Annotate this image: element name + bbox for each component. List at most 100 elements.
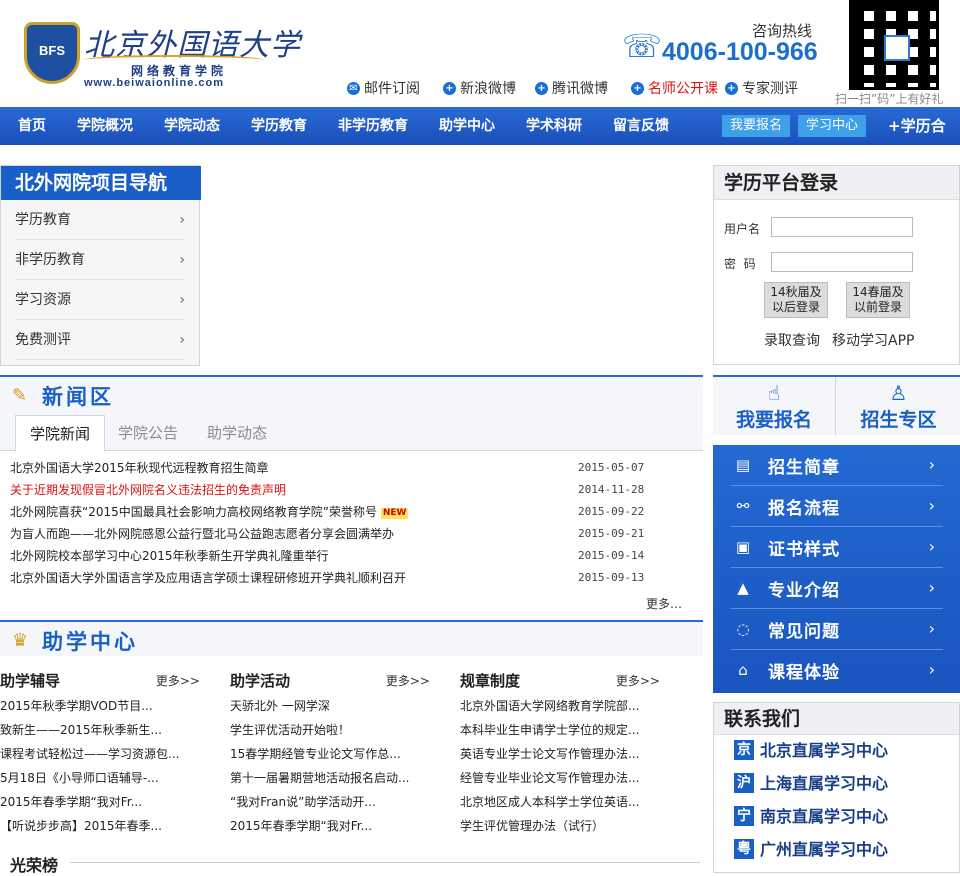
- tab-announcements[interactable]: 学院公告: [104, 415, 192, 451]
- nav-research[interactable]: 学术科研: [526, 107, 582, 145]
- menu-faq[interactable]: ◌ 常见问题 ›: [731, 609, 943, 650]
- list-item[interactable]: 课程考试轻松过——学习资源包...: [0, 742, 200, 766]
- project-nav-label: 非学历教育: [15, 252, 85, 268]
- nav-news[interactable]: 学院动态: [164, 107, 220, 145]
- nav-register-button[interactable]: 我要报名: [722, 115, 791, 137]
- project-nav-item-non-degree[interactable]: 非学历教育 ›: [15, 240, 185, 280]
- project-nav-item-degree[interactable]: 学历教育 ›: [15, 200, 185, 240]
- mobile-app-link[interactable]: 移动学习APP: [832, 330, 914, 350]
- sina-weibo-link[interactable]: + 新浪微博: [443, 78, 516, 98]
- quick-link-label: 专家测评: [742, 81, 798, 97]
- news-date: 2015-09-13: [578, 571, 645, 584]
- news-date: 2014-11-28: [578, 483, 645, 496]
- menu-label: 报名流程: [768, 499, 840, 519]
- admission-query-link[interactable]: 录取查询: [764, 330, 820, 350]
- username-input[interactable]: [771, 217, 913, 237]
- university-seal-logo[interactable]: BFS: [24, 22, 80, 84]
- list-item[interactable]: 本科毕业生申请学士学位的规定...: [460, 718, 660, 742]
- flow-icon: ⚯: [736, 497, 750, 515]
- house-icon: ⌂: [738, 661, 748, 679]
- news-item[interactable]: 为盲人而跑——北外网院感恩公益行暨北马公益跑志愿者分享会圆满举办 2015-09-…: [10, 523, 700, 545]
- qr-caption: 扫一扫”码”上有好礼: [835, 92, 944, 106]
- menu-process[interactable]: ⚯ 报名流程 ›: [731, 486, 943, 527]
- news-item[interactable]: 北京外国语大学2015年秋现代远程教育招生简章 2015-05-07: [10, 457, 700, 479]
- project-nav-item-free-test[interactable]: 免费测评 ›: [15, 320, 185, 360]
- main-nav: 首页 学院概况 学院动态 学历教育 非学历教育 助学中心 学术科研 留言反馈 我…: [0, 107, 960, 173]
- trophy-icon: ♛: [12, 630, 29, 651]
- tab-college-news[interactable]: 学院新闻: [15, 415, 106, 452]
- quick-link-label: 腾讯微博: [552, 81, 608, 97]
- list-item[interactable]: 2015年春季学期“我对Fr...: [0, 790, 200, 814]
- list-item[interactable]: 英语专业学士论文写作管理办法...: [460, 742, 660, 766]
- news-item[interactable]: 北京外国语大学外国语言学及应用语言学硕士课程研修班开学典礼顺利召开 2015-09…: [10, 567, 700, 589]
- seal-text: BFS: [39, 43, 65, 58]
- news-item[interactable]: 北外网院校本部学习中心2015年秋季新生开学典礼隆重举行 2015-09-14: [10, 545, 700, 567]
- quick-action-buttons: ☝ 我要报名 ♙ 招生专区: [713, 375, 960, 435]
- menu-label: 课程体验: [768, 663, 840, 683]
- news-item[interactable]: 北外网院喜获“2015中国最具社会影响力高校网络教育学院”荣誉称号 NEW 201…: [10, 501, 700, 523]
- open-course-link[interactable]: + 名师公开课: [631, 78, 718, 98]
- expert-test-link[interactable]: + 专家测评: [725, 78, 798, 98]
- list-item[interactable]: 天骄北外 一网学深: [230, 694, 430, 718]
- quick-link-label: 邮件订阅: [364, 81, 420, 97]
- list-item[interactable]: 2015年秋季学期VOD节目...: [0, 694, 200, 718]
- news-item[interactable]: 关于近期发现假冒北外网院名义违法招生的免责声明 2014-11-28: [10, 479, 700, 501]
- help-more-link[interactable]: 更多>>: [156, 672, 200, 689]
- tencent-weibo-link[interactable]: + 腾讯微博: [535, 78, 608, 98]
- chevron-right-icon: ›: [928, 455, 935, 474]
- news-date: 2015-09-22: [578, 505, 645, 518]
- city-badge: 沪: [734, 773, 754, 793]
- list-item[interactable]: 2015年春季学期“我对Fr...: [230, 814, 430, 838]
- news-text: 北京外国语大学外国语言学及应用语言学硕士课程研修班开学典礼顺利召开: [10, 571, 407, 585]
- menu-certificate[interactable]: ▣ 证书样式 ›: [731, 527, 943, 568]
- list-item[interactable]: 学生评优管理办法（试行）: [460, 814, 660, 838]
- list-item[interactable]: 致新生——2015年秋季新生...: [0, 718, 200, 742]
- list-item[interactable]: 第十一届暑期营地活动报名启动...: [230, 766, 430, 790]
- news-date: 2015-09-14: [578, 549, 645, 562]
- chevron-right-icon: ›: [179, 332, 185, 348]
- menu-brochure[interactable]: ▤ 招生简章 ›: [731, 445, 943, 486]
- nav-coop-link[interactable]: +学历合作: [888, 107, 960, 173]
- contact-beijing[interactable]: 京北京直属学习中心: [734, 738, 888, 764]
- chevron-right-icon: ›: [179, 292, 185, 308]
- help-column-tutoring: 助学辅导 更多>> 2015年秋季学期VOD节目... 致新生——2015年秋季…: [0, 670, 200, 838]
- login-old-button[interactable]: 14春届及以前登录: [846, 282, 910, 318]
- nav-degree[interactable]: 学历教育: [251, 107, 307, 145]
- login-new-button[interactable]: 14秋届及以后登录: [764, 282, 828, 318]
- list-item[interactable]: 北京地区成人本科学士学位英语...: [460, 790, 660, 814]
- nav-about[interactable]: 学院概况: [77, 107, 133, 145]
- help-more-link[interactable]: 更多>>: [386, 672, 430, 689]
- chevron-right-icon: ›: [928, 660, 935, 679]
- nav-help-center[interactable]: 助学中心: [439, 107, 495, 145]
- menu-trial[interactable]: ⌂ 课程体验 ›: [731, 650, 943, 691]
- plus-icon: +: [631, 81, 644, 95]
- contact-guangzhou[interactable]: 粤广州直属学习中心: [734, 837, 888, 863]
- list-item[interactable]: 【听说步步高】2015年春季...: [0, 814, 200, 838]
- register-button[interactable]: ☝ 我要报名: [713, 377, 836, 435]
- admissions-zone-button[interactable]: ♙ 招生专区: [837, 377, 960, 435]
- chevron-right-icon: ›: [179, 212, 185, 228]
- project-nav-item-resources[interactable]: 学习资源 ›: [15, 280, 185, 320]
- list-item[interactable]: 15春学期经管专业论文写作总...: [230, 742, 430, 766]
- mail-subscribe-link[interactable]: ✉ 邮件订阅: [347, 78, 420, 98]
- list-item[interactable]: 经管专业毕业论文写作管理办法...: [460, 766, 660, 790]
- password-input[interactable]: [771, 252, 913, 272]
- list-item[interactable]: 5月18日《小导师口语辅导-...: [0, 766, 200, 790]
- list-item[interactable]: 北京外国语大学网络教育学院部...: [460, 694, 660, 718]
- nav-feedback[interactable]: 留言反馈: [613, 107, 669, 145]
- project-nav-label: 学历教育: [15, 212, 71, 228]
- nav-study-center-button[interactable]: 学习中心: [798, 115, 867, 137]
- contact-name: 南京直属学习中心: [760, 807, 889, 826]
- contact-nanjing[interactable]: 宁南京直属学习中心: [734, 804, 888, 830]
- help-more-link[interactable]: 更多>>: [616, 672, 660, 689]
- contact-shanghai[interactable]: 沪上海直属学习中心: [734, 771, 888, 797]
- nav-non-degree[interactable]: 非学历教育: [338, 107, 408, 145]
- news-more-link[interactable]: 更多…: [646, 595, 682, 612]
- nav-home[interactable]: 首页: [18, 107, 46, 145]
- menu-majors[interactable]: ▲ 专业介绍 ›: [731, 568, 943, 609]
- list-item[interactable]: 学生评优活动开始啦！: [230, 718, 430, 742]
- list-item[interactable]: “我对Fran说”助学活动开...: [230, 790, 430, 814]
- admissions-menu: ▤ 招生简章 › ⚯ 报名流程 › ▣ 证书样式 › ▲ 专业介绍 › ◌ 常见问题 › ⌂ 课程体验…: [713, 445, 960, 693]
- tab-help-news[interactable]: 助学动态: [193, 415, 281, 451]
- password-label: 密 码: [724, 257, 756, 271]
